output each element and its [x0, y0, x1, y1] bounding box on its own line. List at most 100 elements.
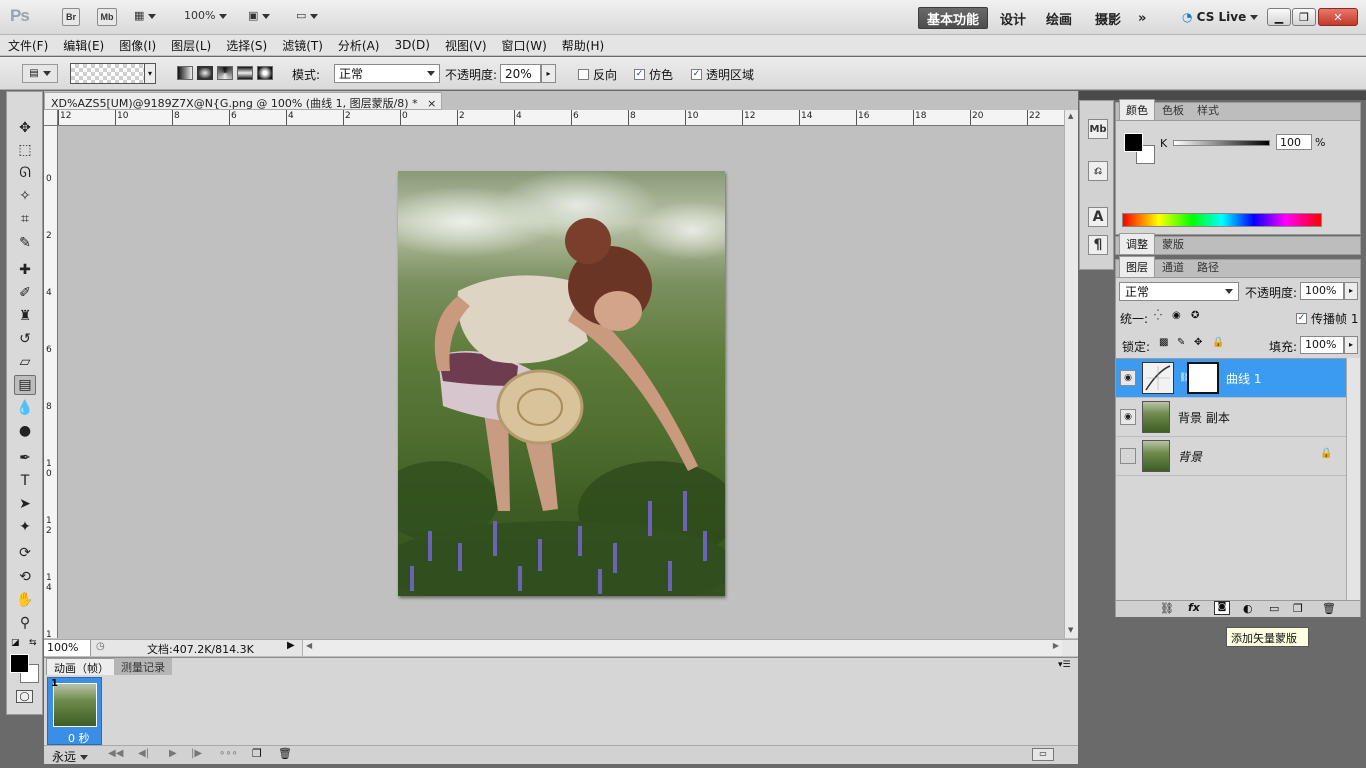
previous-frame-icon[interactable]: ◀|: [138, 748, 149, 759]
color-ramp[interactable]: [1122, 213, 1322, 227]
character-panel-icon[interactable]: A: [1088, 207, 1108, 227]
lock-pixels-icon[interactable]: ✎: [1177, 337, 1185, 348]
menu-filter[interactable]: 滤镜(T): [282, 37, 323, 54]
reverse-checkbox[interactable]: 反向: [578, 66, 617, 83]
scroll-up-arrow[interactable]: ▲: [1068, 112, 1073, 120]
linear-gradient-button[interactable]: [177, 66, 193, 80]
menu-edit[interactable]: 编辑(E): [63, 37, 104, 54]
eyedropper-tool-icon[interactable]: ✎: [14, 233, 36, 253]
paragraph-panel-icon[interactable]: ¶: [1088, 235, 1108, 255]
visibility-eye-icon[interactable]: ◉: [1120, 409, 1136, 425]
tool-preset-picker[interactable]: ▤: [22, 64, 58, 83]
ruler-origin[interactable]: [44, 110, 58, 126]
more-workspaces-button[interactable]: »: [1130, 7, 1154, 29]
menu-file[interactable]: 文件(F): [8, 37, 48, 54]
layers-scrollbar[interactable]: [1346, 358, 1360, 600]
layer-opacity-arrow[interactable]: ▸: [1344, 282, 1358, 300]
menu-select[interactable]: 选择(S): [226, 37, 267, 54]
scroll-right-arrow[interactable]: ▶: [1053, 641, 1059, 650]
panel-menu-icon[interactable]: ▾☰: [1058, 660, 1071, 670]
minimize-button[interactable]: ▁: [1267, 8, 1291, 26]
status-zoom-field[interactable]: 100%: [44, 640, 91, 656]
loop-select[interactable]: 永远: [52, 748, 89, 765]
quick-mask-icon[interactable]: ◯: [16, 690, 33, 703]
layer-mask-thumbnail[interactable]: [1187, 362, 1219, 394]
tab-animation-frames[interactable]: 动画（帧）: [46, 658, 117, 675]
dither-checkbox[interactable]: ✓ 仿色: [634, 66, 673, 83]
workspace-essentials[interactable]: 基本功能: [918, 7, 989, 29]
lasso-tool-icon[interactable]: ᘏ: [14, 163, 36, 183]
frame-delay[interactable]: 0 秒: [68, 730, 90, 746]
opacity-slider-arrow[interactable]: ▸: [541, 64, 556, 83]
fill-input[interactable]: 100%: [1300, 336, 1344, 354]
hand-tool-icon[interactable]: ✋: [14, 590, 36, 610]
delete-layer-icon[interactable]: 🗑: [1322, 602, 1336, 615]
mini-bridge-button[interactable]: Mb: [97, 8, 117, 26]
visibility-eye-icon[interactable]: ◉: [1120, 370, 1136, 386]
tab-measurement-log[interactable]: 测量记录: [114, 658, 172, 675]
scroll-left-arrow[interactable]: ◀: [306, 641, 312, 650]
mini-bridge-panel-icon[interactable]: Mb: [1088, 119, 1108, 139]
default-colors-icon[interactable]: ◪: [11, 638, 20, 648]
move-tool-icon[interactable]: ✥: [14, 118, 36, 138]
path-selection-tool-icon[interactable]: ➤: [14, 494, 36, 514]
new-group-icon[interactable]: ▭: [1269, 602, 1279, 615]
canvas-photo[interactable]: [398, 171, 725, 596]
3d-rotate-tool-icon[interactable]: ⟳: [14, 543, 36, 563]
visibility-off-icon[interactable]: [1120, 448, 1136, 464]
status-info-icon[interactable]: ◷: [96, 641, 105, 652]
brush-tool-icon[interactable]: ✐: [14, 283, 36, 303]
dodge-tool-icon[interactable]: ●: [14, 421, 36, 441]
radial-gradient-button[interactable]: [197, 66, 213, 80]
tween-icon[interactable]: ∘∘∘: [219, 748, 238, 759]
layer-row-curves[interactable]: ◉ ⛓ 曲线 1: [1116, 359, 1360, 398]
opacity-input[interactable]: 20%: [500, 64, 541, 83]
gradient-tool-icon[interactable]: ▤: [14, 375, 36, 395]
convert-timeline-icon[interactable]: ▭: [1032, 748, 1054, 761]
zoom-tool-icon[interactable]: ⚲: [14, 613, 36, 633]
tab-styles[interactable]: 样式: [1191, 100, 1225, 120]
zoom-dropdown[interactable]: 100%: [184, 9, 228, 22]
vertical-scrollbar[interactable]: ▲ ▼: [1064, 110, 1078, 638]
tab-paths[interactable]: 路径: [1191, 257, 1225, 277]
duplicate-frame-icon[interactable]: ❐: [252, 747, 262, 760]
close-button[interactable]: ✕: [1318, 8, 1358, 26]
arrange-documents-dropdown[interactable]: ▣: [248, 9, 271, 22]
tab-layers[interactable]: 图层: [1119, 256, 1155, 277]
color-foreground-swatch[interactable]: [1124, 133, 1143, 152]
shape-tool-icon[interactable]: ✦: [14, 517, 36, 537]
play-icon[interactable]: ▶: [169, 748, 177, 759]
gradient-picker-arrow[interactable]: ▾: [144, 63, 156, 84]
unify-style-icon[interactable]: ✪: [1191, 310, 1199, 321]
blend-mode-select[interactable]: 正常: [1119, 282, 1239, 301]
history-panel-icon[interactable]: ⎌: [1088, 161, 1108, 181]
lock-all-icon[interactable]: 🔒: [1212, 337, 1224, 348]
diamond-gradient-button[interactable]: [257, 66, 273, 80]
maximize-button[interactable]: ❐: [1292, 8, 1316, 26]
document-tab[interactable]: XD%AZS5[UM)@9189Z7X@N{G.png @ 100% (曲线 1…: [44, 92, 442, 110]
add-mask-icon[interactable]: ◙: [1214, 601, 1230, 615]
scroll-down-arrow[interactable]: ▼: [1068, 626, 1073, 634]
3d-orbit-tool-icon[interactable]: ⟲: [14, 567, 36, 587]
menu-analysis[interactable]: 分析(A): [338, 37, 380, 54]
reflected-gradient-button[interactable]: [237, 66, 253, 80]
menu-view[interactable]: 视图(V): [445, 37, 487, 54]
history-brush-tool-icon[interactable]: ↺: [14, 329, 36, 349]
type-tool-icon[interactable]: T: [14, 471, 36, 491]
layer-name[interactable]: 背景 副本: [1178, 409, 1230, 426]
propagate-frame-checkbox[interactable]: ✓ 传播帧 1: [1296, 310, 1358, 327]
crop-tool-icon[interactable]: ⌗: [14, 209, 36, 229]
lock-transparent-icon[interactable]: ▩: [1159, 337, 1168, 348]
cs-live-button[interactable]: ◔ CS Live: [1182, 10, 1259, 24]
eraser-tool-icon[interactable]: ▱: [14, 352, 36, 372]
layer-opacity-input[interactable]: 100%: [1300, 282, 1344, 300]
unify-visibility-icon[interactable]: ◉: [1172, 310, 1181, 321]
first-frame-icon[interactable]: ◀◀: [108, 748, 123, 759]
tab-channels[interactable]: 通道: [1156, 257, 1190, 277]
link-layers-icon[interactable]: ⛓: [1160, 602, 1174, 615]
layer-style-icon[interactable]: fx: [1188, 601, 1200, 614]
tab-color[interactable]: 颜色: [1119, 99, 1155, 120]
horizontal-scrollbar[interactable]: ◀ ▶: [302, 640, 1062, 656]
menu-image[interactable]: 图像(I): [119, 37, 156, 54]
close-document-icon[interactable]: ×: [427, 97, 436, 109]
